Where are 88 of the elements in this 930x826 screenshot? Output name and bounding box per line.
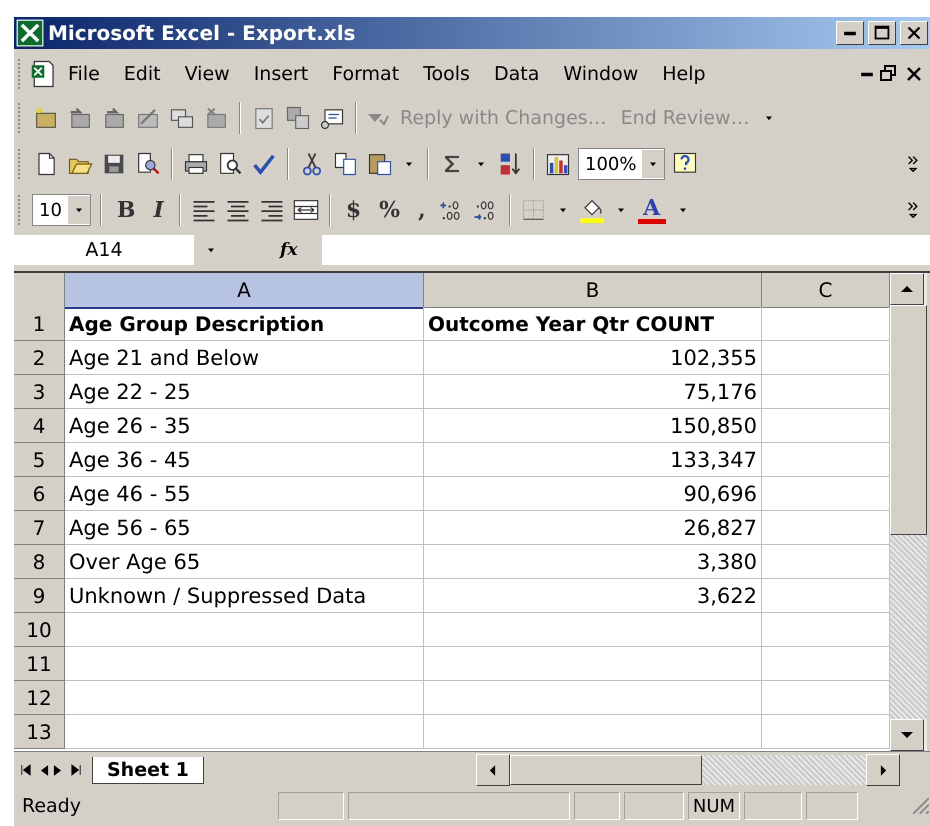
next-sheet-icon [53,764,62,776]
row-header[interactable]: 8 [14,545,65,579]
row-header[interactable]: 10 [14,613,65,647]
italic-button[interactable]: I [148,197,170,223]
previous-sheet-button[interactable] [38,764,51,776]
formula-field[interactable] [322,235,930,265]
table-cell[interactable] [424,647,762,681]
table-cell: 26,827 [424,511,762,545]
menu-item[interactable]: Insert [246,60,316,88]
table-cell[interactable] [65,613,424,647]
table-cell: 102,355 [424,341,762,375]
table-cell: Over Age 65 [65,545,424,579]
column-header[interactable]: A [65,273,424,309]
table-cell[interactable] [65,681,424,715]
function-label[interactable]: fx [280,240,298,260]
status-panel [806,792,858,820]
table-cell: Age 36 - 45 [65,443,424,477]
menu-item[interactable]: Edit [116,60,169,88]
table-cell[interactable] [424,681,762,715]
font-size-dropdown[interactable]: 10 [32,194,91,226]
status-panel [278,792,344,820]
menu-item[interactable]: Format [324,60,408,88]
table-cell: Age 26 - 35 [65,409,424,443]
maximize-button[interactable] [868,21,896,45]
down-arrow-icon [900,731,914,739]
menu-item[interactable]: Help [654,60,714,88]
currency-button[interactable]: $ [340,197,368,223]
table-cell: 75,176 [424,375,762,409]
column-header[interactable]: B [424,273,762,308]
next-sheet-button[interactable] [51,764,64,776]
row-header[interactable]: 4 [14,409,65,443]
previous-sheet-icon [40,764,49,776]
table-cell: Age 21 and Below [65,341,424,375]
table-cell: 133,347 [424,443,762,477]
table-cell: Outcome Year Qtr COUNT [424,307,762,341]
resize-grip-icon [912,797,930,815]
minimize-button[interactable] [836,21,864,45]
table-cell: 90,696 [424,477,762,511]
menu-item[interactable]: Window [555,60,646,88]
status-indicator: NUM [688,792,740,820]
zoom-dropdown[interactable]: 100% [578,148,666,180]
table-cell: Age Group Description [65,307,424,341]
row-header[interactable]: 1 [14,307,65,341]
table-cell: 3,622 [424,579,762,613]
minimize-icon[interactable] [860,70,874,78]
table-cell[interactable] [65,647,424,681]
menu-item[interactable]: View [176,60,238,88]
table-cell: Age 46 - 55 [65,477,424,511]
column-header[interactable]: C [762,273,890,308]
excel-logo-icon [16,19,44,47]
table-cell[interactable] [424,613,762,647]
menu-item[interactable]: File [60,60,108,88]
percent-button[interactable]: % [373,197,406,223]
right-arrow-icon [880,764,886,776]
up-arrow-icon [900,285,914,293]
menu-item[interactable]: Tools [415,60,478,88]
sheet-tab[interactable]: Sheet 1 [92,756,204,784]
row-header[interactable]: 5 [14,443,65,477]
name-box[interactable]: A14 [14,235,194,265]
table-cell: Age 22 - 25 [65,375,424,409]
font-color-button[interactable]: A [636,196,668,224]
menu-item[interactable]: Data [486,60,548,88]
vertical-scrollbar[interactable] [890,273,927,751]
comma-button[interactable]: , [412,197,432,223]
window-title: Microsoft Excel - Export.xls [48,21,356,45]
row-header[interactable]: 9 [14,579,65,613]
status-panel [574,792,620,820]
left-arrow-icon [489,764,496,776]
table-cell: Unknown / Suppressed Data [65,579,424,613]
row-header[interactable]: 6 [14,477,65,511]
table-cell[interactable] [65,715,424,749]
table-cell: Age 56 - 65 [65,511,424,545]
bold-button[interactable]: B [110,197,142,223]
status-panel [744,792,802,820]
table-cell[interactable] [424,715,762,749]
row-header[interactable]: 12 [14,681,65,715]
horizontal-scrollbar[interactable] [476,755,900,785]
minimize-icon [843,30,857,36]
row-header[interactable]: 7 [14,511,65,545]
table-cell: 3,380 [424,545,762,579]
status-panel [624,792,684,820]
status-text: Ready [22,795,82,817]
table-cell: 150,850 [424,409,762,443]
row-header[interactable]: 13 [14,715,65,749]
row-header[interactable]: 2 [14,341,65,375]
row-header[interactable]: 11 [14,647,65,681]
close-button[interactable] [900,21,928,45]
row-header[interactable]: 3 [14,375,65,409]
